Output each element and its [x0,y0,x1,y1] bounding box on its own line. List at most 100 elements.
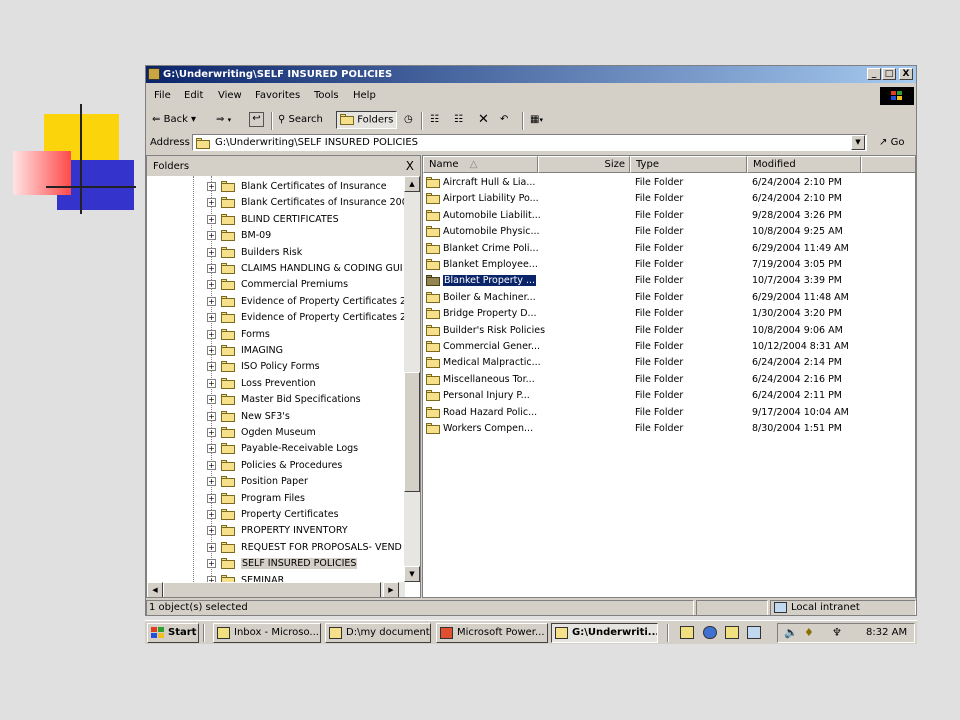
start-button[interactable]: Start [147,623,199,643]
scroll-up-button[interactable]: ▲ [404,176,420,192]
menu-favorites[interactable]: Favorites [255,90,300,101]
hscroll-thumb[interactable] [163,582,381,597]
taskbar-powerpoint-label: Microsoft Power... [457,627,545,638]
back-button[interactable]: ⇐ Back ▾ [152,114,196,125]
folder-icon [426,423,440,434]
go-button[interactable]: ↗ Go [879,137,904,148]
taskbar-underwriting[interactable]: G:\Underwriti... [551,623,658,643]
taskbar-inbox[interactable]: Inbox - Microso... [213,623,321,643]
folders-button[interactable]: Folders [336,111,398,129]
expand-icon[interactable]: + [207,280,216,290]
expand-icon[interactable]: + [207,313,216,323]
scroll-right-button[interactable]: ▶ [383,582,399,597]
undo-icon[interactable]: ↶ [500,114,508,125]
tray-app-icon[interactable]: ♦ [804,626,814,639]
file-row[interactable]: Automobile Physic... File Folder 10/8/2004… [423,224,915,240]
address-dropdown-button[interactable]: ▼ [851,135,865,150]
file-row[interactable]: Commercial Gener... File Folder 10/12/2004… [423,339,915,355]
expand-icon[interactable]: + [207,182,216,191]
folders-pane-close-button[interactable]: X [406,159,414,173]
scroll-thumb[interactable] [404,372,420,492]
expand-icon[interactable]: + [207,329,216,339]
expand-icon[interactable]: + [207,542,216,552]
expand-icon[interactable]: + [207,231,216,241]
up-folder-icon[interactable]: ↩ [249,112,264,127]
file-row[interactable]: Road Hazard Polic... File Folder 9/17/2004… [423,405,915,421]
expand-icon[interactable]: + [207,296,216,306]
search-button[interactable]: ⚲ Search [278,114,323,125]
views-icon[interactable]: ▦▾ [530,114,543,125]
menu-tools[interactable]: Tools [314,90,339,101]
copy-to-icon[interactable]: ☷ [454,114,463,125]
address-input[interactable]: G:\Underwriting\SELF INSURED POLICIES [192,134,867,151]
menu-edit[interactable]: Edit [184,90,203,101]
column-name-header[interactable]: Name △ [423,156,538,173]
expand-icon[interactable]: + [207,477,216,487]
taskbar-my-documents[interactable]: D:\my documents [325,623,431,643]
clock[interactable]: 8:32 AM [866,627,907,638]
menu-view[interactable]: View [218,90,242,101]
tree-item-label: Blank Certificates of Insurance 200 [241,197,405,209]
folder-icon [221,476,235,488]
scroll-down-button[interactable]: ▼ [404,566,420,582]
expand-icon[interactable]: + [207,395,216,405]
internet-explorer-icon[interactable] [703,626,717,639]
column-type-header[interactable]: Type [630,156,747,173]
expand-icon[interactable]: + [207,264,216,273]
file-name: Blanket Crime Poli... [443,242,539,254]
file-type: File Folder [635,357,684,369]
file-row[interactable]: Blanket Employee... File Folder 7/19/2004 … [423,257,915,273]
windows-logo-icon [151,627,164,639]
file-row[interactable]: Workers Compen... File Folder 8/30/2004 1:… [423,421,915,437]
menu-file[interactable]: File [154,90,171,101]
expand-icon[interactable]: + [207,378,216,388]
file-row[interactable]: Blanket Property ... File Folder 10/7/2004… [423,273,915,289]
column-size-header[interactable]: Size [538,156,630,173]
expand-icon[interactable]: + [207,510,216,519]
expand-icon[interactable]: + [207,526,216,536]
outlook-quicklaunch-icon[interactable] [725,626,739,639]
file-row[interactable]: Boiler & Machiner... File Folder 6/29/2004… [423,290,915,306]
file-row[interactable]: Medical Malpractic... File Folder 6/24/200… [423,355,915,371]
title-bar[interactable]: G:\Underwriting\SELF INSURED POLICIES _ … [146,66,916,83]
history-icon[interactable]: ◷ [404,114,413,125]
close-button[interactable]: X [899,68,913,80]
maximize-button[interactable]: □ [882,68,896,80]
folder-tree-vscrollbar[interactable]: ▲ ▼ [404,176,420,582]
forward-button[interactable]: ⇒ ▾ [216,114,231,125]
network-icon[interactable]: ♆ [832,626,842,639]
expand-icon[interactable]: + [207,346,216,355]
tree-item-label: Payable-Receivable Logs [241,443,359,455]
quicklaunch-misc-icon[interactable] [747,626,761,639]
expand-icon[interactable]: + [207,428,216,437]
folder-icon [426,357,440,369]
expand-icon[interactable]: + [207,411,216,421]
file-row[interactable]: Automobile Liabilit... File Folder 9/28/20… [423,208,915,224]
show-desktop-icon[interactable] [680,626,694,639]
expand-icon[interactable]: + [207,493,216,503]
taskbar-powerpoint[interactable]: Microsoft Power... [436,623,548,643]
expand-icon[interactable]: + [207,460,216,470]
file-row[interactable]: Personal Injury P... File Folder 6/24/2004… [423,388,915,404]
speaker-icon[interactable]: 🔈 [784,626,798,639]
expand-icon[interactable]: + [207,214,216,224]
file-modified: 6/24/2004 2:10 PM [752,193,843,205]
expand-icon[interactable]: + [207,444,216,454]
expand-icon[interactable]: + [207,198,216,208]
file-row[interactable]: Airport Liability Po... File Folder 6/24/2… [423,191,915,207]
file-row[interactable]: Bridge Property D... File Folder 1/30/2004… [423,306,915,322]
file-row[interactable]: Aircraft Hull & Lia... File Folder 6/24/20… [423,175,915,191]
delete-icon[interactable]: ✕ [478,112,489,127]
folder-tree-hscrollbar[interactable]: ◀ ▶ [147,582,405,597]
expand-icon[interactable]: + [207,247,216,257]
column-modified-header[interactable]: Modified [747,156,861,173]
expand-icon[interactable]: + [207,362,216,372]
file-row[interactable]: Miscellaneous Tor... File Folder 6/24/2004… [423,372,915,388]
file-row[interactable]: Blanket Crime Poli... File Folder 6/29/200… [423,241,915,257]
expand-icon[interactable]: + [207,559,216,569]
menu-help[interactable]: Help [353,90,376,101]
move-to-icon[interactable]: ☷ [430,114,439,125]
minimize-button[interactable]: _ [867,68,881,80]
scroll-left-button[interactable]: ◀ [147,582,163,597]
file-row[interactable]: Builder's Risk Policies File Folder 10/8/2… [423,323,915,339]
